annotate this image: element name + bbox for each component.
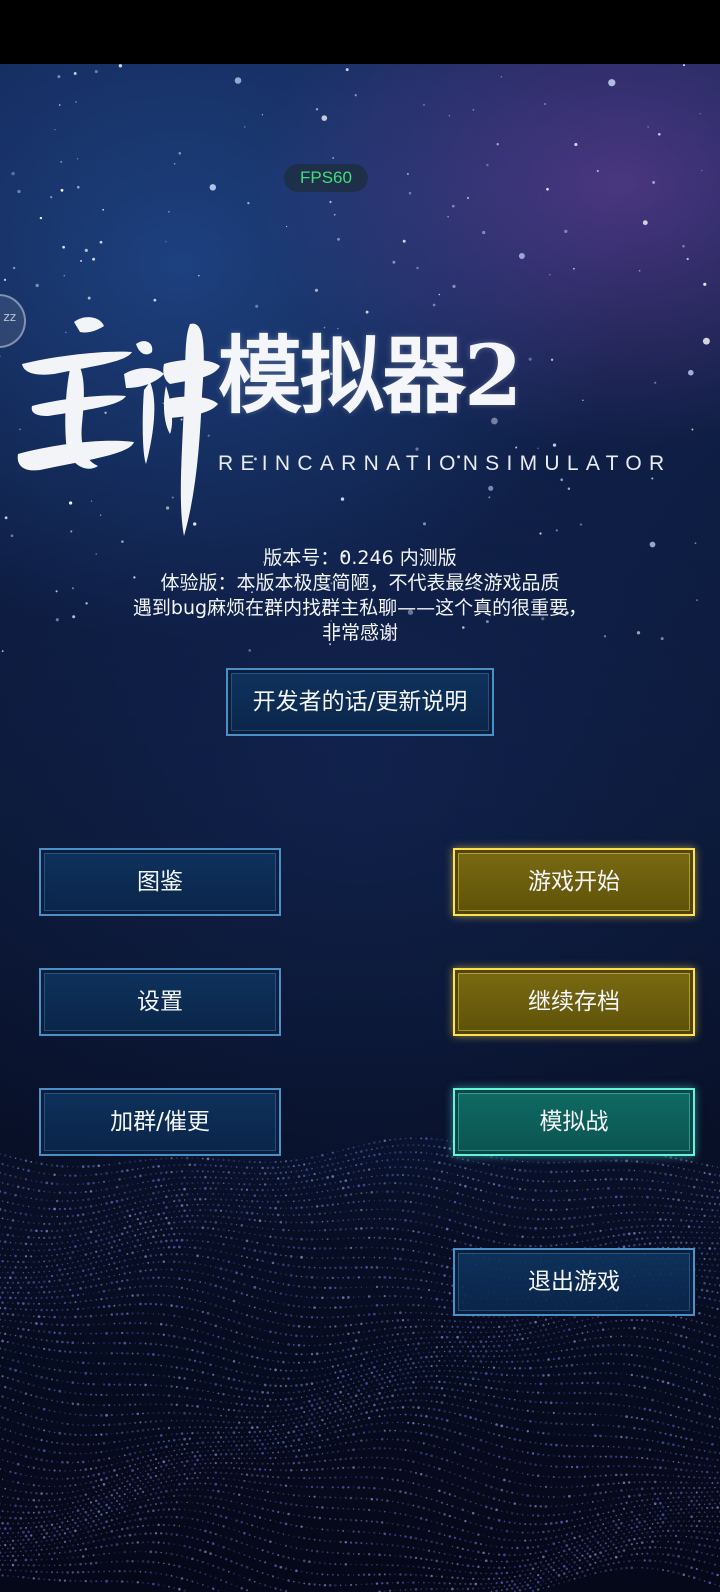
- fps-counter: FPS60: [284, 164, 368, 192]
- version-label: 版本号：0.246 内测版: [263, 547, 457, 569]
- settings-label: 设置: [137, 989, 183, 1015]
- join-group-button[interactable]: 加群/催更: [39, 1088, 281, 1156]
- notice-line-beta: 体验版：本版本极度简陋，不代表最终游戏品质: [160, 572, 560, 594]
- notice-line-thanks: 非常感谢: [321, 622, 398, 644]
- logo-subtitle: REINCARNATIONSIMULATOR: [218, 452, 672, 475]
- exit-game-label: 退出游戏: [528, 1269, 620, 1295]
- status-bar: [0, 0, 720, 64]
- start-game-label: 游戏开始: [528, 869, 620, 895]
- dev-notes-button[interactable]: 开发者的话/更新说明: [226, 668, 494, 736]
- screen: FPS60 zz 模拟器2 REINCARNATIONSIMULATOR 版本号…: [0, 0, 720, 1592]
- join-group-label: 加群/催更: [110, 1109, 210, 1135]
- gallery-button[interactable]: 图鉴: [39, 848, 281, 916]
- dev-notes-label: 开发者的话/更新说明: [252, 689, 468, 715]
- continue-save-button[interactable]: 继续存档: [453, 968, 695, 1036]
- gallery-label: 图鉴: [137, 869, 183, 895]
- sim-battle-label: 模拟战: [539, 1109, 609, 1135]
- continue-save-label: 继续存档: [528, 989, 620, 1015]
- particle-wave: [0, 1137, 720, 1592]
- settings-button[interactable]: 设置: [39, 968, 281, 1036]
- version-notice: 版本号：0.246 内测版 体验版：本版本极度简陋，不代表最终游戏品质 遇到bu…: [40, 546, 680, 646]
- logo-calligraphy: [17, 317, 220, 536]
- notice-line-bug: 遇到bug麻烦在群内找群主私聊——这个真的很重要，: [132, 597, 588, 619]
- logo-title: 模拟器2: [218, 326, 522, 425]
- start-game-button[interactable]: 游戏开始: [453, 848, 695, 916]
- sim-battle-button[interactable]: 模拟战: [453, 1088, 695, 1156]
- game-area: FPS60 zz 模拟器2 REINCARNATIONSIMULATOR 版本号…: [0, 64, 720, 1592]
- exit-game-button[interactable]: 退出游戏: [453, 1248, 695, 1316]
